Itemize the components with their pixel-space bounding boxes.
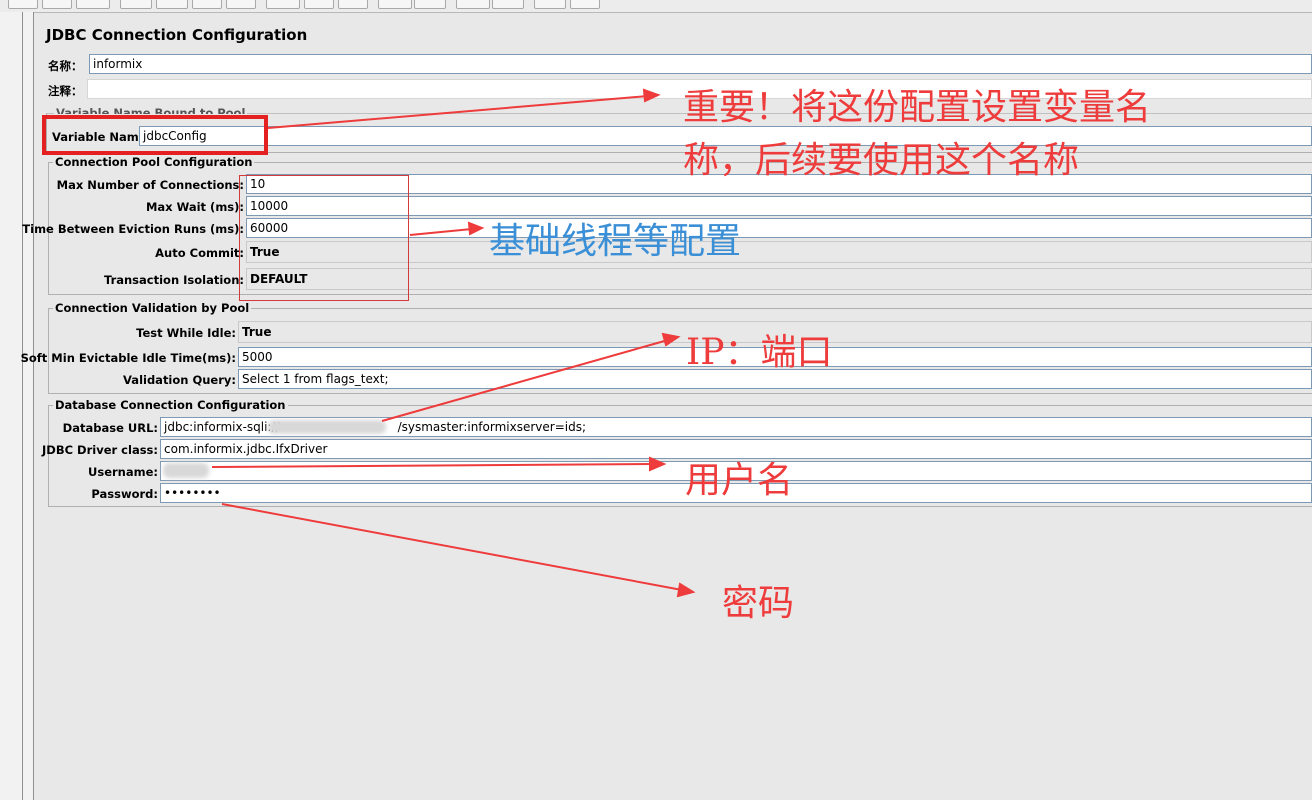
max-connections-label: Max Number of Connections:: [56, 178, 244, 192]
toolbar-button[interactable]: [8, 0, 38, 9]
annotation-username: 用户名: [685, 460, 794, 501]
toolbar-button[interactable]: [492, 0, 524, 9]
toolbar-button[interactable]: [266, 0, 300, 9]
toolbar-button[interactable]: [378, 0, 412, 9]
toolbar-button[interactable]: [304, 0, 334, 9]
database-url-suffix: /sysmaster:informixserver=ids;: [397, 420, 586, 434]
toolbar-button[interactable]: [456, 0, 490, 9]
variable-group-legend: Variable Name Bound to Pool: [54, 106, 248, 114]
toolbar-button[interactable]: [226, 0, 256, 9]
toolbar-button[interactable]: [338, 0, 368, 9]
transaction-isolation-label: Transaction Isolation:: [103, 273, 244, 287]
annotation-highlight-box: [239, 175, 409, 301]
name-field[interactable]: informix: [89, 54, 1312, 74]
validation-query-label: Validation Query:: [123, 373, 236, 387]
tree-pane-divider: [22, 12, 23, 800]
auto-commit-label: Auto Commit:: [155, 246, 244, 260]
driver-class-field[interactable]: com.informix.jdbc.IfxDriver: [160, 439, 1312, 459]
annotation-variable-line2: 称，后续要使用这个名称: [683, 140, 1080, 181]
toolbar-button[interactable]: [42, 0, 72, 9]
annotation-password: 密码: [722, 583, 795, 624]
driver-class-label: JDBC Driver class:: [42, 443, 158, 457]
username-label: Username:: [88, 465, 158, 479]
soft-min-idle-label: Soft Min Evictable Idle Time(ms):: [20, 351, 236, 365]
redaction-blur: [163, 463, 209, 478]
toolbar-button[interactable]: [156, 0, 188, 9]
annotation-highlight-box: [42, 115, 268, 155]
splitter[interactable]: [33, 12, 34, 800]
annotation-pool: 基础线程等配置: [489, 221, 742, 262]
arrow-line: [221, 503, 683, 591]
toolbar-button[interactable]: [76, 0, 110, 9]
page-title: JDBC Connection Configuration: [46, 26, 308, 44]
toolbar-button[interactable]: [192, 0, 222, 9]
annotation-ip-port: IP：端口: [686, 332, 833, 373]
eviction-runs-label: Time Between Eviction Runs (ms):: [22, 222, 244, 236]
toolbar-button[interactable]: [120, 0, 152, 9]
comment-label: 注释：: [48, 84, 83, 98]
toolbar-button[interactable]: [570, 0, 600, 9]
name-label: 名称：: [48, 59, 83, 73]
max-wait-label: Max Wait (ms):: [145, 200, 244, 214]
database-group-legend: Database Connection Configuration: [53, 398, 288, 412]
database-url-prefix: jdbc:informix-sqli://: [164, 420, 280, 434]
test-plan-tree-pane[interactable]: [0, 12, 33, 800]
annotation-variable-line1: 重要！将这份配置设置变量名: [683, 87, 1152, 128]
validation-group-legend: Connection Validation by Pool: [53, 301, 252, 315]
toolbar-button[interactable]: [414, 0, 446, 9]
test-while-idle-label: Test While Idle:: [136, 326, 236, 340]
password-label: Password:: [91, 487, 158, 501]
redaction-blur: [268, 420, 386, 434]
toolbar-button[interactable]: [534, 0, 566, 9]
database-url-label: Database URL:: [62, 421, 158, 435]
arrow-head: [676, 582, 696, 598]
pool-group-legend: Connection Pool Configuration: [53, 155, 255, 169]
toolbar: [0, 0, 1312, 13]
